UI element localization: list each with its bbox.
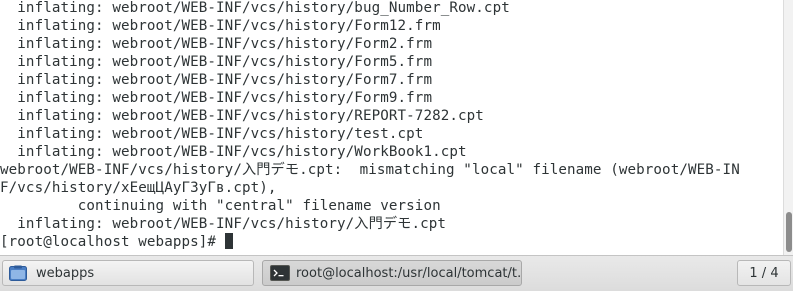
terminal-output[interactable]: inflating: webroot/WEB-INF/vcs/history/b… — [0, 0, 783, 255]
taskbar-item-webapps[interactable]: webapps — [2, 260, 254, 286]
terminal-prompt-line[interactable]: [root@localhost webapps]# — [0, 233, 233, 251]
terminal-line: inflating: webroot/WEB-INF/vcs/history/F… — [0, 72, 433, 88]
terminal-line: inflating: webroot/WEB-INF/vcs/history/F… — [0, 36, 433, 52]
terminal-line: F/vcs/history/хЕещЦАуГЗуГв.cpt), — [0, 180, 277, 196]
shell-prompt: [root@localhost webapps]# — [0, 234, 225, 250]
taskbar-item-label: root@localhost:/usr/local/tomcat/t… — [296, 265, 521, 281]
terminal-line: inflating: webroot/WEB-INF/vcs/history/入… — [0, 216, 447, 232]
terminal-line: inflating: webroot/WEB-INF/vcs/history/W… — [0, 144, 467, 160]
terminal-line: webroot/WEB-INF/vcs/history/入門デモ.cpt: mi… — [0, 162, 740, 178]
folder-icon — [9, 265, 27, 281]
terminal-scrollbar[interactable] — [783, 0, 793, 255]
terminal-line: inflating: webroot/WEB-INF/vcs/history/b… — [0, 0, 510, 16]
terminal-line: inflating: webroot/WEB-INF/vcs/history/R… — [0, 108, 484, 124]
taskbar-item-label: webapps — [36, 265, 95, 281]
terminal-line: inflating: webroot/WEB-INF/vcs/history/F… — [0, 90, 433, 106]
terminal-icon — [270, 265, 290, 281]
scrollbar-thumb[interactable] — [786, 212, 792, 252]
taskbar-item-terminal[interactable]: root@localhost:/usr/local/tomcat/t… — [262, 260, 522, 286]
text-cursor — [224, 233, 233, 249]
terminal-line: inflating: webroot/WEB-INF/vcs/history/t… — [0, 126, 424, 142]
terminal-line: inflating: webroot/WEB-INF/vcs/history/F… — [0, 18, 441, 34]
terminal-line: inflating: webroot/WEB-INF/vcs/history/F… — [0, 54, 433, 70]
taskbar: webapps root@localhost:/usr/local/tomcat… — [0, 255, 793, 291]
workspace-pager[interactable]: 1 / 4 — [737, 260, 791, 286]
terminal-line: continuing with "central" filename versi… — [0, 198, 441, 214]
